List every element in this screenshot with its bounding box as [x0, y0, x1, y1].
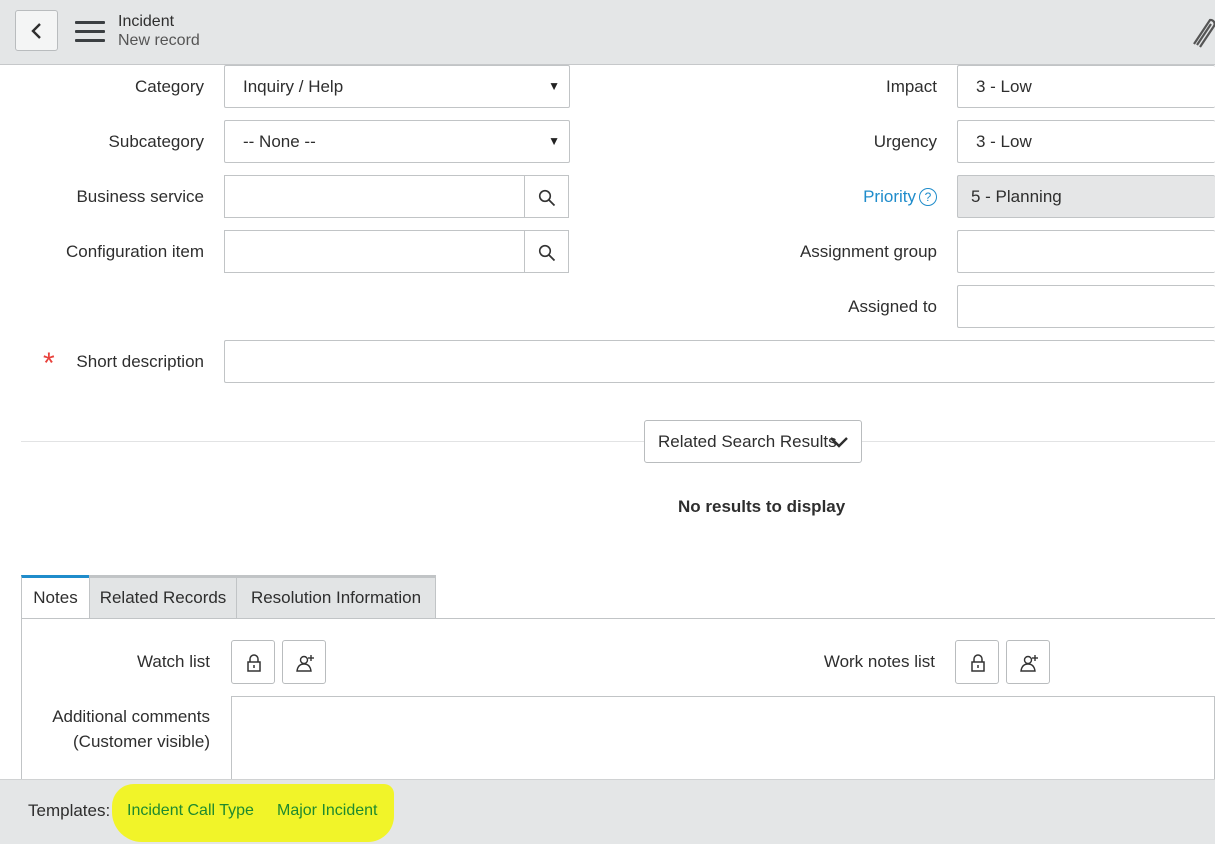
related-search-results-button[interactable]: Related Search Results: [644, 420, 862, 463]
configuration-item-lookup-button[interactable]: [524, 230, 569, 273]
category-label: Category: [135, 77, 204, 96]
form-tabs: Notes Related Records Resolution Informa…: [21, 575, 436, 619]
page-subtitle: New record: [118, 32, 200, 49]
templates-label: Templates:: [28, 801, 111, 820]
urgency-label: Urgency: [873, 132, 937, 151]
category-value: Inquiry / Help: [243, 77, 344, 96]
subcategory-select[interactable]: -- None -- ▼: [224, 120, 570, 163]
related-search-label: Related Search Results: [658, 432, 837, 451]
customer-visible-label: (Customer visible): [73, 732, 210, 751]
lock-icon: [971, 654, 985, 672]
required-asterisk-icon: *: [43, 347, 55, 380]
section-divider: [21, 441, 1215, 442]
help-icon[interactable]: ?: [919, 188, 937, 206]
category-select[interactable]: Inquiry / Help ▼: [224, 65, 570, 108]
search-icon: [538, 244, 556, 262]
caret-down-icon: ▼: [548, 79, 560, 93]
assignment-group-input[interactable]: [957, 230, 1215, 273]
priority-label: Priority: [863, 187, 916, 206]
chevron-down-icon: [830, 437, 848, 448]
form-header: Incident New record: [0, 0, 1215, 65]
urgency-value: 3 - Low: [976, 132, 1032, 151]
assigned-to-label: Assigned to: [848, 297, 937, 316]
work-notes-lock-button[interactable]: [955, 640, 999, 684]
watch-list-lock-button[interactable]: [231, 640, 275, 684]
work-notes-add-me-button[interactable]: [1006, 640, 1050, 684]
search-icon: [538, 189, 556, 207]
configuration-item-label: Configuration item: [66, 242, 204, 261]
short-description-input[interactable]: [224, 340, 1215, 383]
assigned-to-input[interactable]: [957, 285, 1215, 328]
tab-related-records[interactable]: Related Records: [89, 575, 237, 619]
no-results-message: No results to display: [678, 497, 846, 516]
chevron-left-icon: [31, 23, 41, 39]
menu-icon[interactable]: [75, 21, 105, 43]
lock-icon: [247, 654, 261, 672]
template-link-major-incident[interactable]: Major Incident: [277, 802, 378, 820]
priority-value: 5 - Planning: [971, 187, 1062, 206]
configuration-item-input[interactable]: [224, 230, 525, 273]
business-service-label: Business service: [76, 187, 204, 206]
template-link-incident-call-type[interactable]: Incident Call Type: [127, 802, 254, 820]
urgency-select[interactable]: 3 - Low: [957, 120, 1215, 163]
add-user-icon: [1020, 655, 1038, 672]
additional-comments-textarea[interactable]: [231, 696, 1215, 786]
back-button[interactable]: [15, 10, 58, 51]
business-service-input[interactable]: [224, 175, 525, 218]
impact-select[interactable]: 3 - Low: [957, 65, 1215, 108]
paperclip-icon[interactable]: [1188, 14, 1215, 48]
priority-label-group: Priority?: [863, 187, 937, 207]
impact-value: 3 - Low: [976, 77, 1032, 96]
watch-list-label: Watch list: [136, 652, 210, 671]
subcategory-value: -- None --: [243, 132, 316, 151]
subcategory-label: Subcategory: [108, 132, 204, 151]
short-description-label: Short description: [76, 352, 204, 371]
impact-label: Impact: [885, 77, 937, 96]
additional-comments-label: Additional comments: [52, 707, 210, 726]
add-user-icon: [296, 655, 314, 672]
page-title: Incident: [118, 13, 175, 30]
tab-notes[interactable]: Notes: [21, 575, 90, 619]
watch-list-add-me-button[interactable]: [282, 640, 326, 684]
priority-field: 5 - Planning: [957, 175, 1215, 218]
business-service-lookup-button[interactable]: [524, 175, 569, 218]
tab-resolution-information[interactable]: Resolution Information: [236, 575, 436, 619]
work-notes-list-label: Work notes list: [823, 652, 935, 671]
assignment-group-label: Assignment group: [799, 242, 937, 261]
caret-down-icon: ▼: [548, 134, 560, 148]
